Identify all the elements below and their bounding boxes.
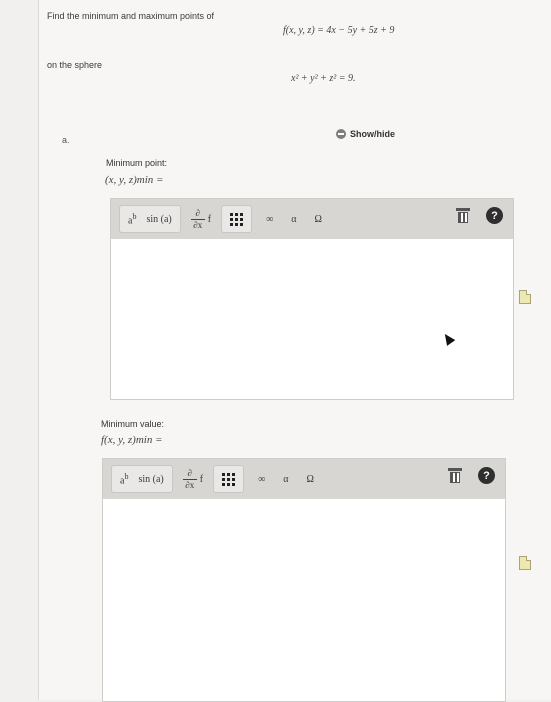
superscript-button[interactable]: ab — [120, 472, 128, 486]
help-icon[interactable]: ? — [486, 207, 503, 224]
trash-icon[interactable] — [448, 467, 462, 484]
infinity-button[interactable]: ∞ — [266, 214, 273, 225]
collapse-icon — [336, 129, 346, 139]
answer-input-2[interactable] — [103, 499, 505, 700]
matrix-icon[interactable] — [222, 472, 236, 486]
math-editor-1: ab sin (a) ∂ ∂x f ∞ α Ω ? — [110, 198, 514, 400]
minimum-value-label: Minimum value: — [101, 419, 165, 429]
note-icon[interactable] — [519, 556, 531, 570]
minimum-point-expr: (x, y, z)min = — [105, 174, 164, 186]
minimum-value-expr: f(x, y, z)min = — [101, 434, 163, 446]
toolbar-group-calculus: ∂ ∂x f — [187, 206, 215, 232]
toolbar-group-matrix — [213, 465, 245, 493]
constraint-intro: on the sphere — [47, 60, 103, 70]
toolbar-group-calculus: ∂ ∂x f — [179, 466, 207, 492]
question-prompt: Find the minimum and maximum points of — [47, 11, 215, 21]
editor-toolbar: ab sin (a) ∂ ∂x f ∞ α Ω ? — [103, 459, 505, 499]
show-hide-toggle[interactable]: Show/hide — [336, 129, 395, 139]
trash-icon[interactable] — [456, 207, 470, 224]
editor-toolbar: ab sin (a) ∂ ∂x f ∞ α Ω ? — [111, 199, 513, 239]
function-equation: f(x, y, z) = 4x − 5y + 5z + 9 — [283, 25, 395, 36]
answer-input-1[interactable] — [111, 239, 513, 398]
alpha-button[interactable]: α — [291, 214, 296, 225]
matrix-icon[interactable] — [230, 212, 244, 226]
omega-button[interactable]: Ω — [306, 474, 313, 485]
infinity-button[interactable]: ∞ — [258, 474, 265, 485]
toolbar-group-symbols: ∞ α Ω — [258, 206, 330, 232]
toolbar-group-symbols: ∞ α Ω — [250, 466, 322, 492]
sin-button[interactable]: sin (a) — [138, 474, 163, 485]
part-label: a. — [62, 135, 70, 145]
derivative-button[interactable]: ∂ ∂x f — [182, 468, 203, 490]
toolbar-group-format: ab sin (a) — [119, 205, 181, 233]
note-icon[interactable] — [519, 290, 531, 304]
help-icon[interactable]: ? — [478, 467, 495, 484]
math-editor-2: ab sin (a) ∂ ∂x f ∞ α Ω ? — [102, 458, 506, 702]
derivative-button[interactable]: ∂ ∂x f — [190, 208, 211, 230]
minimum-point-label: Minimum point: — [106, 158, 168, 168]
toolbar-group-format: ab sin (a) — [111, 465, 173, 493]
alpha-button[interactable]: α — [283, 474, 288, 485]
sin-button[interactable]: sin (a) — [146, 214, 171, 225]
show-hide-label: Show/hide — [350, 129, 395, 139]
constraint-equation: x² + y² + z² = 9. — [291, 73, 356, 84]
toolbar-group-matrix — [221, 205, 253, 233]
omega-button[interactable]: Ω — [314, 214, 321, 225]
superscript-button[interactable]: ab — [128, 212, 136, 226]
